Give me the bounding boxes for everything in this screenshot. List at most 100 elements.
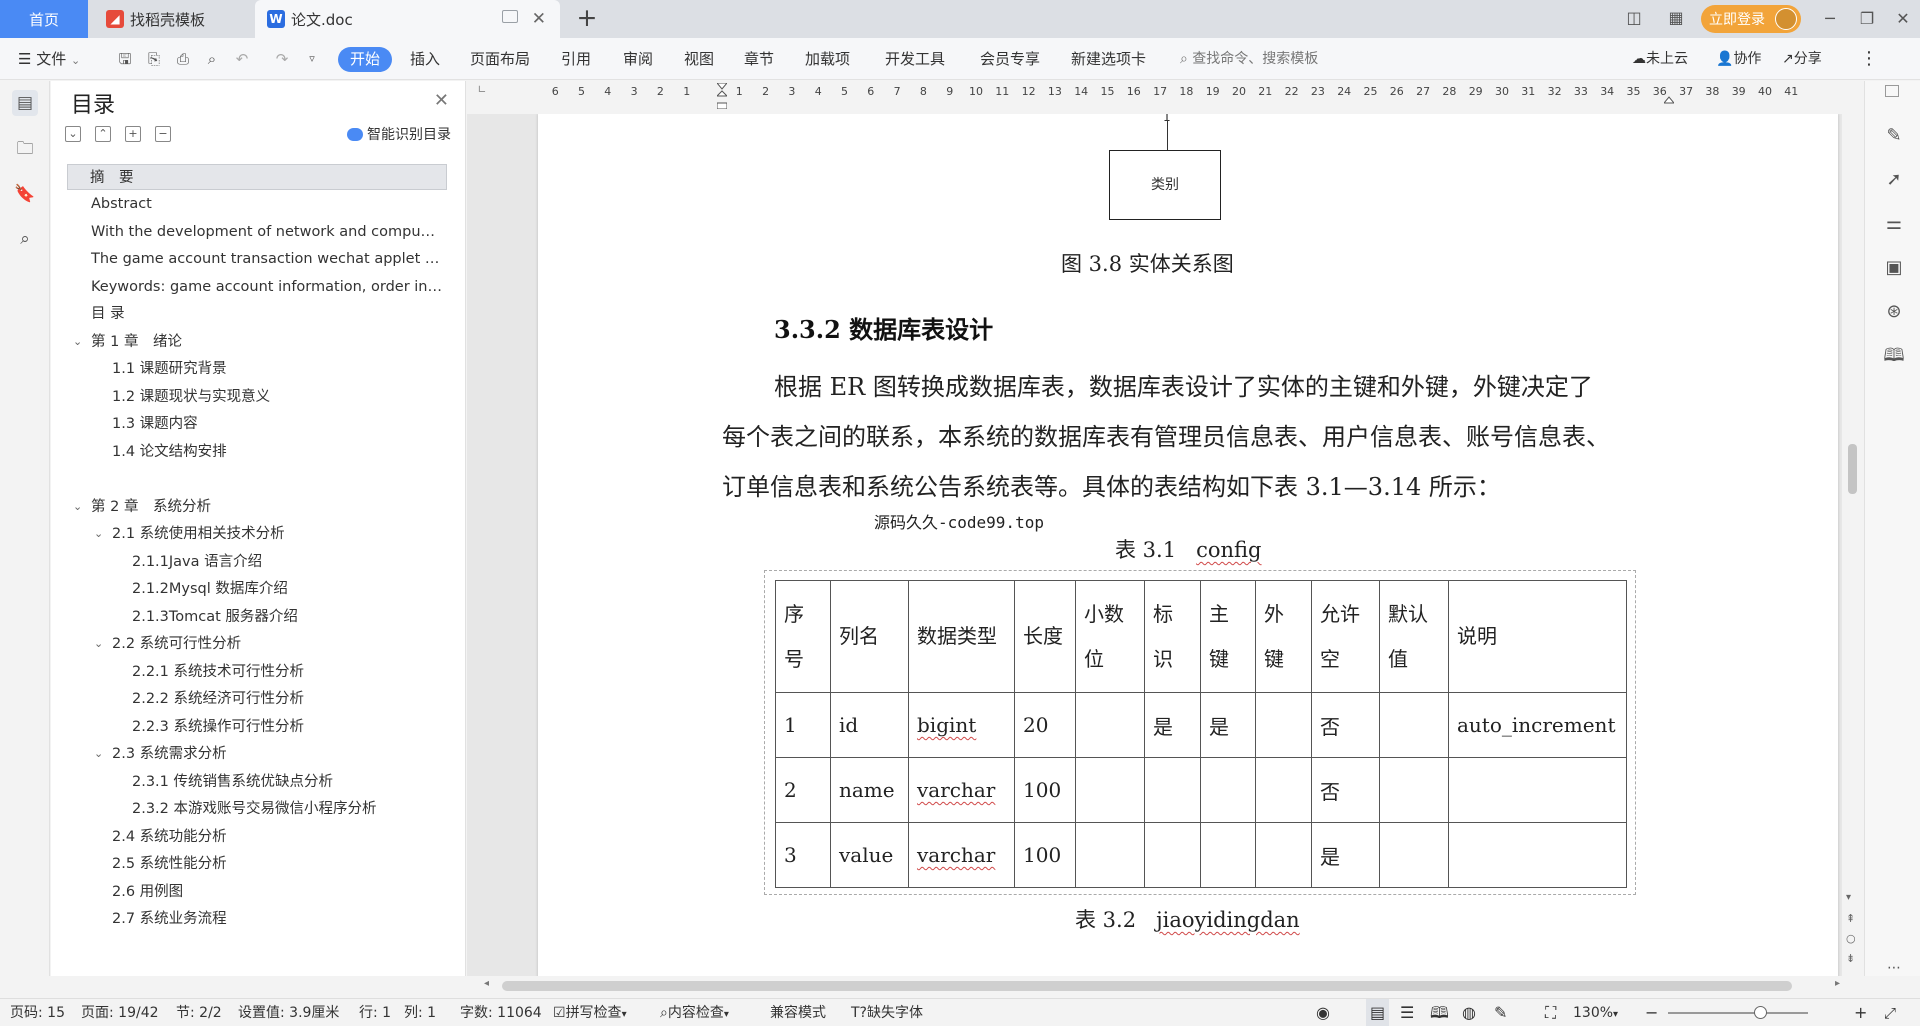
table-cell[interactable]: [1379, 692, 1449, 758]
content-check-button[interactable]: ⌕内容检查▾: [660, 999, 729, 1026]
compass-icon[interactable]: ⊛: [1881, 299, 1907, 325]
tab-start[interactable]: 开始: [338, 47, 393, 72]
table-cell[interactable]: 20: [1014, 692, 1076, 758]
collapse-all-icon[interactable]: ⌄: [65, 126, 81, 142]
reading-view-icon[interactable]: 🕮: [1430, 999, 1449, 1026]
spell-check-button[interactable]: ☑拼写检查▾: [553, 999, 627, 1026]
table-cell[interactable]: 是: [1311, 822, 1380, 888]
tab-home[interactable]: 首页: [0, 0, 88, 38]
zoom-level[interactable]: 130%▾: [1573, 999, 1618, 1026]
toc-item[interactable]: Abstract: [67, 191, 447, 217]
tab-stop-icon[interactable]: ∟: [472, 83, 492, 96]
reading-mode-icon[interactable]: ◫: [1622, 8, 1646, 30]
table-cell[interactable]: [1075, 692, 1145, 758]
fullscreen-icon[interactable]: ⤢: [1884, 999, 1896, 1026]
toc-item[interactable]: 1.4 论文结构安排: [67, 439, 447, 465]
login-button[interactable]: 立即登录: [1701, 5, 1801, 33]
table-cell[interactable]: [1075, 757, 1145, 823]
missing-font-button[interactable]: T?缺失字体: [851, 999, 923, 1026]
close-tab-icon[interactable]: ✕: [532, 9, 546, 29]
table-cell[interactable]: auto_increment: [1448, 692, 1627, 758]
image-tool-icon[interactable]: ▣: [1881, 255, 1907, 281]
save-icon[interactable]: 🖫: [115, 49, 135, 69]
table-cell[interactable]: varchar: [908, 822, 1015, 888]
print-icon[interactable]: ⎙: [173, 49, 193, 69]
close-window-icon[interactable]: ✕: [1888, 6, 1918, 32]
table-cell[interactable]: [1448, 757, 1627, 823]
table-header-cell[interactable]: 小数位: [1075, 580, 1145, 693]
web-view-icon[interactable]: ◍: [1462, 999, 1476, 1026]
vertical-scroll-thumb[interactable]: [1848, 444, 1857, 494]
horizontal-scroll-thumb[interactable]: [502, 981, 1792, 991]
toc-item[interactable]: With the development of network and comp…: [67, 219, 443, 245]
table-cell[interactable]: [1200, 757, 1256, 823]
tab-addins[interactable]: 加载项: [805, 38, 850, 80]
eye-protect-icon[interactable]: ◉: [1316, 999, 1330, 1026]
table-cell[interactable]: 否: [1311, 692, 1380, 758]
toc-item[interactable]: 2.5 系统性能分析: [67, 851, 447, 877]
pen-edit-icon[interactable]: ✎: [1881, 123, 1907, 149]
status-col[interactable]: 列: 1: [404, 999, 436, 1026]
table-header-cell[interactable]: 数据类型: [908, 580, 1015, 693]
toc-item[interactable]: The game account transaction wechat appl…: [67, 246, 443, 272]
table-cell[interactable]: [1144, 757, 1201, 823]
toc-item[interactable]: Keywords: game account information, orde…: [67, 274, 443, 300]
toc-item[interactable]: 2.1.3Tomcat 服务器介绍: [67, 604, 447, 630]
toc-item[interactable]: 2.2.1 系统技术可行性分析: [67, 659, 447, 685]
grid-apps-icon[interactable]: ▦: [1664, 8, 1688, 30]
table-cell[interactable]: 100: [1014, 822, 1076, 888]
print-preview-icon[interactable]: ⌕: [202, 49, 222, 69]
table-cell[interactable]: 否: [1311, 757, 1380, 823]
prev-page-icon[interactable]: ⇞: [1846, 912, 1855, 925]
toc-item[interactable]: 目 录: [67, 301, 447, 327]
chevron-down-icon[interactable]: ⌄: [94, 521, 103, 547]
share-button[interactable]: ↗分享: [1782, 38, 1822, 80]
chevron-down-icon[interactable]: ⌄: [94, 631, 103, 657]
toc-item[interactable]: 2.3.1 传统销售系统优缺点分析: [67, 769, 447, 795]
toc-item[interactable]: 1.2 课题现状与实现意义: [67, 384, 447, 410]
toc-item[interactable]: 2.4 系统功能分析: [67, 824, 447, 850]
right-indent-marker[interactable]: [1664, 83, 1674, 109]
more-menu-icon[interactable]: ⋮: [1860, 38, 1878, 80]
browse-object-icon[interactable]: ○: [1846, 932, 1856, 945]
table-cell[interactable]: 2: [775, 757, 831, 823]
toc-icon[interactable]: ▤: [12, 90, 38, 116]
status-page[interactable]: 页面: 19/42: [81, 999, 159, 1026]
collaborate-button[interactable]: 👤协作: [1716, 38, 1761, 80]
export-pdf-icon[interactable]: ⎘: [144, 49, 164, 69]
cloud-status[interactable]: ☁未上云: [1632, 38, 1688, 80]
table-cell[interactable]: 100: [1014, 757, 1076, 823]
write-mode-icon[interactable]: ✎: [1494, 999, 1507, 1026]
find-icon[interactable]: ⌕: [12, 226, 38, 252]
adjust-sliders-icon[interactable]: ⚌: [1881, 211, 1907, 237]
table-cell[interactable]: [1255, 757, 1312, 823]
page-view-icon[interactable]: ▤: [1366, 999, 1390, 1026]
more-icon[interactable]: ⋯: [1881, 955, 1907, 981]
table-cell[interactable]: 3: [775, 822, 831, 888]
tab-new-tab[interactable]: 新建选项卡: [1071, 38, 1146, 80]
toc-item-chapter-2[interactable]: ⌄ 第 2 章 系统分析: [67, 494, 447, 520]
remove-heading-icon[interactable]: −: [155, 126, 171, 142]
toc-item-chapter-1[interactable]: ⌄ 第 1 章 绪论: [67, 329, 447, 355]
outline-view-icon[interactable]: ☰: [1400, 999, 1414, 1026]
table-header-cell[interactable]: 列名: [830, 580, 909, 693]
scroll-left-icon[interactable]: ◂: [484, 978, 489, 989]
table-cell[interactable]: [1255, 822, 1312, 888]
toc-item[interactable]: 2.3.2 本游戏账号交易微信小程序分析: [67, 796, 447, 822]
panel-toggle-icon[interactable]: [1885, 85, 1899, 97]
smart-toc-button[interactable]: 智能识别目录: [347, 124, 451, 144]
window-float-icon[interactable]: [502, 10, 518, 23]
status-setting[interactable]: 设置值: 3.9厘米: [238, 999, 339, 1026]
table-header-cell[interactable]: 标识: [1144, 580, 1201, 693]
toc-item[interactable]: 2.6 用例图: [67, 879, 447, 905]
horizontal-scrollbar[interactable]: ◂ ▸: [482, 978, 1842, 992]
table-cell[interactable]: [1379, 822, 1449, 888]
table-cell[interactable]: 是: [1144, 692, 1201, 758]
toc-item[interactable]: 摘 要: [67, 164, 447, 190]
toc-item[interactable]: 2.1.1Java 语言介绍: [67, 549, 447, 575]
redo-icon[interactable]: ↷: [272, 49, 292, 69]
table-cell[interactable]: value: [830, 822, 909, 888]
bookmark-icon[interactable]: 🔖: [12, 181, 38, 207]
table-header-cell[interactable]: 说明: [1448, 580, 1627, 693]
scroll-down-icon[interactable]: ▾: [1846, 892, 1851, 903]
